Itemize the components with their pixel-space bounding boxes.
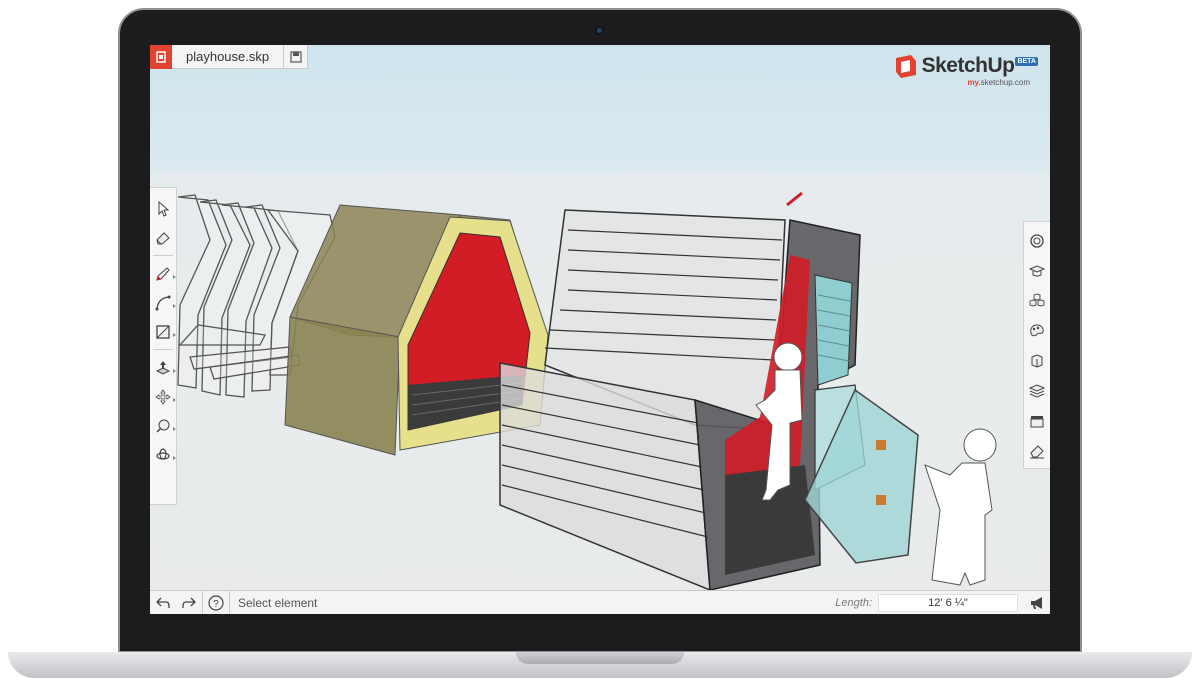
select-tool-button[interactable]: [150, 194, 177, 223]
flyout-caret-icon: [172, 333, 176, 337]
sketchup-logo: SketchUp BETA: [893, 53, 1038, 79]
megaphone-icon: [1031, 596, 1042, 609]
move-tool-button[interactable]: [150, 382, 177, 411]
flyout-caret-icon: [172, 427, 176, 431]
file-name[interactable]: playhouse.skp: [172, 49, 283, 64]
logo-sub-domain: sketchup.com: [980, 78, 1030, 87]
model-viewport[interactable]: [150, 45, 1050, 590]
undo-button[interactable]: [150, 591, 176, 615]
entity-info-box-icon: [1031, 354, 1043, 368]
beta-badge: BETA: [1015, 57, 1038, 66]
pencil-icon: [156, 266, 170, 281]
instructor-panel-button[interactable]: [1024, 226, 1051, 256]
clapperboard-icon: [1030, 416, 1044, 428]
playhouse-clapboard[interactable]: [499, 191, 919, 590]
flyout-caret-icon: [172, 275, 176, 279]
flyout-caret-icon: [172, 398, 176, 402]
webcam: [595, 26, 604, 35]
orbit-icon: [156, 447, 170, 460]
logo-subtitle: my.sketchup.com: [967, 78, 1030, 87]
arc-tool-button[interactable]: [150, 288, 177, 317]
push-pull-icon: [155, 360, 171, 375]
svg-text:?: ?: [213, 599, 219, 610]
length-label: Length:: [835, 596, 872, 609]
pencil-cursor: [786, 191, 803, 207]
redo-button[interactable]: [176, 591, 202, 615]
orbit-tool-button[interactable]: [150, 440, 177, 469]
materials-panel-button[interactable]: [1024, 316, 1051, 346]
status-message: Select element: [238, 595, 318, 610]
pencil-tool-button[interactable]: [150, 259, 177, 288]
scenes-panel-button[interactable]: [1024, 406, 1051, 436]
status-bar: ? Select element Length: 12' 6 ¼": [150, 590, 1050, 614]
sketchup-brand-icon: [895, 55, 916, 78]
tape-measure-tool-button[interactable]: [150, 411, 177, 440]
eraser-outline-icon: [1030, 445, 1044, 459]
scale-figure-child-outside[interactable]: [924, 428, 997, 586]
arc-icon: [155, 295, 171, 310]
search-magnifier-icon: [1030, 234, 1044, 248]
save-button[interactable]: [283, 45, 307, 69]
graduation-cap-icon: [1029, 265, 1045, 277]
arrow-cursor-icon: [158, 200, 170, 217]
help-question-icon: ?: [208, 594, 224, 611]
layers-panel-button[interactable]: [1024, 376, 1051, 406]
status-divider: [229, 590, 230, 614]
file-tab[interactable]: playhouse.skp: [150, 45, 309, 69]
components-panel-button[interactable]: [1024, 286, 1051, 316]
sketchup-app-window: playhouse.skp SketchUp BETA my.sketchup.…: [150, 45, 1050, 614]
flyout-caret-icon: [172, 369, 176, 373]
outliner-panel-button[interactable]: [1024, 436, 1051, 466]
components-cubes-icon: [1029, 293, 1045, 307]
right-toolbar: [1023, 221, 1050, 469]
layers-icon: [1029, 384, 1045, 398]
floppy-disk-icon: [290, 50, 302, 63]
feedback-button[interactable]: [1024, 591, 1050, 615]
toolbar-divider: [153, 349, 173, 350]
help-button[interactable]: ?: [203, 591, 229, 615]
eraser-tool-button[interactable]: [150, 223, 177, 252]
eraser-icon: [156, 231, 170, 244]
tape-measure-icon: [156, 419, 170, 433]
logo-sub-prefix: my.: [967, 78, 981, 87]
push-pull-tool-button[interactable]: [150, 353, 177, 382]
redo-icon: [182, 597, 196, 608]
length-input[interactable]: 12' 6 ¼": [878, 593, 1018, 612]
flyout-caret-icon: [172, 456, 176, 460]
laptop-frame: playhouse.skp SketchUp BETA my.sketchup.…: [0, 0, 1200, 688]
toolbar-divider: [153, 255, 173, 256]
paint-palette-icon: [1030, 324, 1044, 337]
flyout-caret-icon: [172, 304, 176, 308]
left-toolbar: [150, 187, 177, 505]
logo-wordmark: SketchUp: [921, 54, 1015, 77]
move-icon: [155, 388, 171, 405]
rectangle-tool-button[interactable]: [150, 317, 177, 346]
undo-icon: [156, 597, 170, 608]
laptop-notch: [516, 652, 684, 664]
model-info-panel-button[interactable]: [1024, 256, 1051, 286]
entity-info-panel-button[interactable]: [1024, 346, 1051, 376]
rectangle-icon: [156, 324, 170, 339]
sketchup-logo-icon[interactable]: [150, 45, 172, 69]
